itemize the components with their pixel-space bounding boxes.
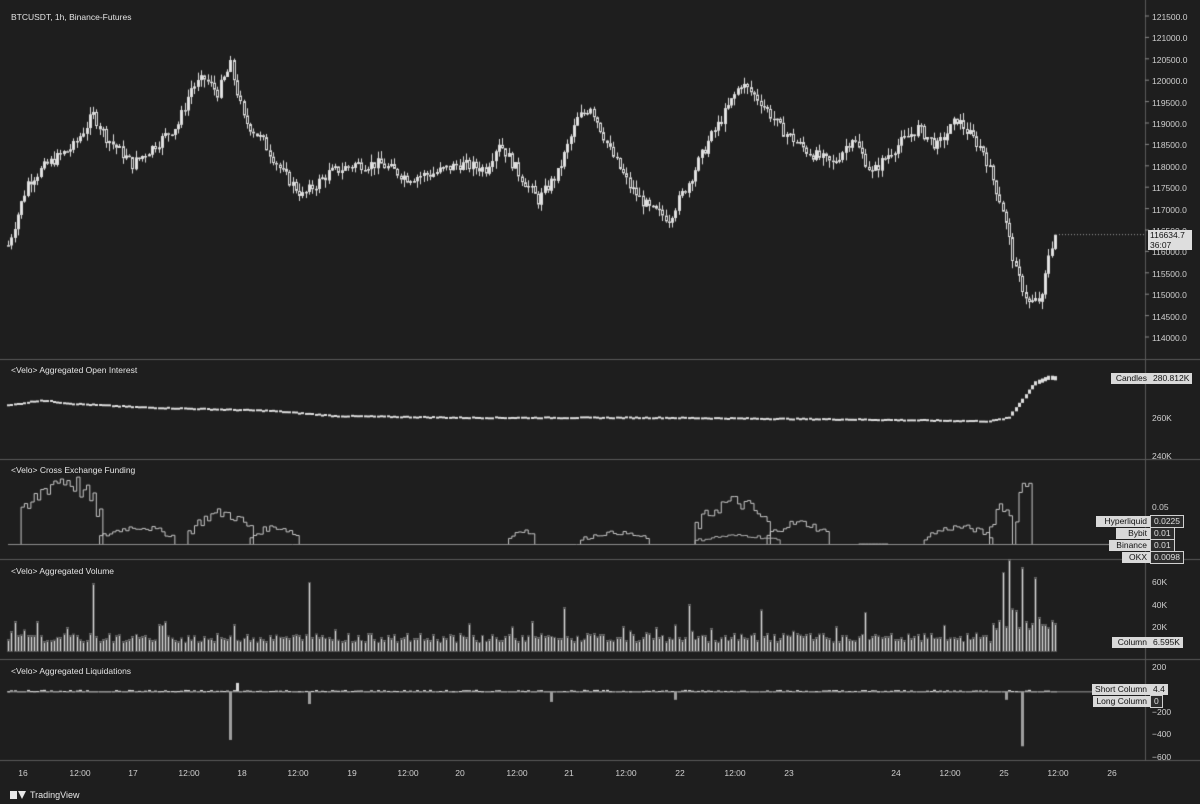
price-axis-label: 121000.0 <box>1152 33 1188 44</box>
price-axis-label: 121500.0 <box>1152 12 1188 22</box>
time-axis-label: 12:00 <box>939 768 961 778</box>
time-axis-label: 19 <box>347 768 357 778</box>
volume-axis-40k: 40K <box>1152 600 1168 610</box>
time-axis-label: 18 <box>237 768 247 778</box>
funding-axis-005: 0.05 <box>1152 502 1169 512</box>
volume-axis-60k: 60K <box>1152 577 1168 587</box>
time-axis-label: 12:00 <box>506 768 528 778</box>
price-axis-label: 118500.0 <box>1152 140 1187 151</box>
volume-title[interactable]: <Velo> Aggregated Volume <box>11 566 114 576</box>
open-interest-title[interactable]: <Velo> Aggregated Open Interest <box>11 365 137 375</box>
time-axis-label: 23 <box>784 768 794 778</box>
branding-label: TradingView <box>30 790 80 800</box>
oi-tag-name: Candles <box>1111 373 1150 384</box>
price-axis-label: 119500.0 <box>1152 97 1187 108</box>
time-axis-label: 21 <box>564 768 574 778</box>
volume-axis-20k: 20K <box>1152 622 1168 632</box>
symbol-title[interactable]: BTCUSDT, 1h, Binance-Futures <box>11 12 131 22</box>
liq-value-long: 0 <box>1150 695 1163 708</box>
price-axis-label: 117500.0 <box>1152 183 1187 194</box>
price-axis-label: 114000.0 <box>1152 333 1187 343</box>
funding-tag-okx: OKX <box>1122 552 1150 563</box>
oi-tag-value: 280.812K <box>1150 373 1193 384</box>
time-axis-label: 22 <box>675 768 685 778</box>
liquidations-title[interactable]: <Velo> Aggregated Liquidations <box>11 666 131 676</box>
oi-axis-240k: 240K <box>1152 451 1172 461</box>
oi-axis-260k: 260K <box>1152 413 1172 423</box>
time-axis-label: 20 <box>455 768 465 778</box>
time-axis-label: 12:00 <box>724 768 746 778</box>
time-axis-label: 12:00 <box>615 768 637 778</box>
price-axis-label: 115500.0 <box>1152 268 1187 279</box>
footer-bar <box>0 786 1200 804</box>
time-axis-label: 17 <box>128 768 138 778</box>
time-axis-label: 12:00 <box>1047 768 1069 778</box>
time-axis-label: 16 <box>18 768 28 778</box>
time-axis-label: 26 <box>1107 768 1117 778</box>
price-axis-label: 120000.0 <box>1152 76 1188 87</box>
time-axis-label: 12:00 <box>287 768 309 778</box>
funding-tag-binance: Binance <box>1109 540 1150 551</box>
tradingview-logo-icon <box>10 790 26 800</box>
last-price-label: 116634.7 36:07 <box>1148 230 1192 250</box>
last-price-value: 116634.7 <box>1150 230 1185 240</box>
time-axis-label: 12:00 <box>69 768 91 778</box>
funding-tag-bybit: Bybit <box>1116 528 1150 539</box>
price-axis-label: 119000.0 <box>1152 119 1187 129</box>
liq-tag-short: Short Column <box>1092 684 1150 695</box>
bar-countdown: 36:07 <box>1150 240 1172 250</box>
tradingview-branding[interactable]: TradingView <box>10 790 80 800</box>
price-axis-label: 118000.0 <box>1152 161 1187 172</box>
liq-axis-200: 200 <box>1152 662 1167 672</box>
price-axis-label: 120500.0 <box>1152 54 1188 65</box>
funding-title[interactable]: <Velo> Cross Exchange Funding <box>11 465 135 475</box>
funding-tag-hyperliquid: Hyperliquid <box>1096 516 1150 527</box>
time-axis-label: 12:00 <box>178 768 200 778</box>
price-axis-label: 115000.0 <box>1152 290 1187 301</box>
price-axis-label: 114500.0 <box>1152 311 1187 322</box>
funding-value-okx: 0.0098 <box>1150 551 1184 564</box>
time-axis-label: 24 <box>891 768 901 778</box>
time-axis-label: 12:00 <box>397 768 419 778</box>
liq-value-short: 4.4 <box>1150 684 1168 695</box>
chart-canvas[interactable] <box>0 0 1200 804</box>
volume-tag-value: 6.595K <box>1150 637 1183 648</box>
liq-axis-m600: −600 <box>1152 752 1172 762</box>
liq-axis-m400: −400 <box>1152 729 1172 739</box>
volume-tag-name: Column <box>1112 637 1150 648</box>
liq-axis-m200: −200 <box>1152 707 1172 717</box>
price-axis-label: 117000.0 <box>1152 204 1187 215</box>
time-axis-label: 25 <box>999 768 1009 778</box>
liq-tag-long: Long Column <box>1093 696 1150 707</box>
